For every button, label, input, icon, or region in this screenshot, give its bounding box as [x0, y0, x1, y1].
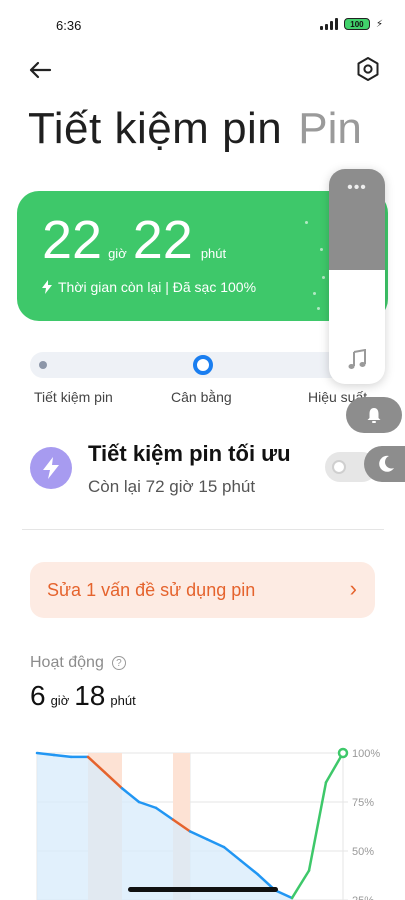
charging-icon: ⚡ [375, 18, 383, 30]
chart-points [337, 747, 349, 759]
remaining-info: Thời gian còn lại | Đã sạc 100% [42, 279, 256, 295]
volume-panel[interactable]: ••• [329, 169, 385, 384]
remaining-minutes: 22 [132, 210, 193, 270]
mode-label-balanced[interactable]: Cân bằng [171, 389, 232, 405]
toggle-knob [332, 460, 346, 474]
activity-hours-unit: giờ [50, 693, 70, 708]
battery-icon: 100 [343, 18, 370, 30]
back-button[interactable] [26, 56, 54, 84]
optimal-saver-title: Tiết kiệm pin tối ưu [88, 441, 291, 466]
remaining-time: 22 giờ 22 phút [42, 213, 232, 267]
status-bar: 6:36 100 ⚡ [0, 0, 405, 48]
bolt-icon [42, 280, 52, 294]
activity-minutes: 18 [74, 680, 106, 711]
help-icon[interactable]: ? [111, 656, 126, 670]
home-indicator[interactable] [128, 887, 278, 892]
mode-label-saver[interactable]: Tiết kiệm pin [34, 389, 113, 405]
moon-icon [379, 455, 394, 472]
do-not-disturb-button[interactable] [364, 446, 405, 482]
chart-area-fill [37, 753, 292, 900]
divider [22, 529, 384, 530]
page-title-row: Tiết kiệm pin Pin [28, 104, 362, 154]
signal-icon [319, 18, 338, 30]
remaining-hours: 22 [42, 210, 103, 270]
y-tick-label: 25% [352, 895, 374, 900]
ring-mode-button[interactable] [346, 397, 402, 433]
mode-slider-thumb[interactable] [193, 355, 213, 375]
battery-level: 100 [350, 19, 364, 29]
chart-y-labels: 100% 75% 50% 25% [352, 748, 380, 900]
activity-label: Hoạt động [30, 654, 104, 671]
activity-minutes-unit: phút [110, 693, 136, 708]
status-icons: 100 ⚡ [319, 18, 383, 30]
status-time: 6:36 [56, 18, 82, 33]
minutes-unit: phút [200, 246, 227, 261]
hours-unit: giờ [108, 246, 127, 261]
performance-mode-slider[interactable] [30, 352, 360, 378]
activity-duration: 6 giờ 18 phút [30, 680, 141, 712]
optimal-saver-subtitle: Còn lại 72 giờ 15 phút [88, 477, 256, 496]
current-level-point [337, 747, 349, 759]
page-title[interactable]: Tiết kiệm pin [28, 104, 282, 153]
gear-icon [357, 57, 379, 81]
activity-hours: 6 [30, 680, 46, 711]
activity-heading: Hoạt động ? [30, 654, 126, 672]
y-tick-label: 50% [352, 846, 374, 858]
remaining-info-text: Thời gian còn lại | Đã sạc 100% [58, 279, 257, 295]
settings-button[interactable] [355, 56, 381, 82]
fix-issue-label: Sửa 1 vấn đề sử dụng pin [47, 580, 256, 600]
battery-level-chart: 100% 75% 50% 25% [35, 747, 380, 900]
series-line-segment [307, 781, 328, 872]
chevron-right-icon: › [349, 576, 357, 601]
mode-stop-saver[interactable] [39, 361, 47, 369]
more-icon[interactable]: ••• [329, 179, 385, 197]
y-tick-label: 75% [352, 797, 374, 809]
y-tick-label: 100% [352, 748, 380, 760]
arrow-left-icon [29, 61, 52, 79]
bell-icon [367, 408, 381, 423]
series-line-segment [290, 869, 311, 900]
music-note-icon [348, 349, 366, 369]
fix-battery-issue-button[interactable]: Sửa 1 vấn đề sử dụng pin › [30, 562, 375, 618]
bolt-icon [43, 457, 59, 479]
tab-pin[interactable]: Pin [298, 104, 362, 153]
optimal-saver-icon [30, 447, 72, 489]
